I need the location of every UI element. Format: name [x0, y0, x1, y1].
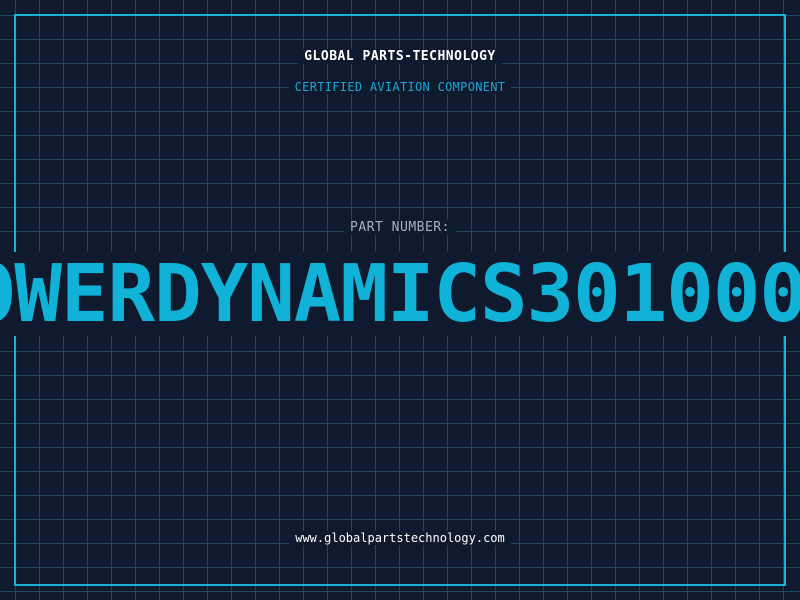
part-number-label-text: PART NUMBER:	[344, 220, 456, 235]
company-name: GLOBAL PARTS-TECHNOLOGY	[0, 49, 800, 64]
certification-subtitle: CERTIFIED AVIATION COMPONENT	[0, 80, 800, 94]
company-name-text: GLOBAL PARTS-TECHNOLOGY	[298, 49, 502, 64]
part-number-band: OWERDYNAMICS301000	[0, 252, 800, 336]
part-number-label: PART NUMBER:	[0, 220, 800, 235]
certificate-card: GLOBAL PARTS-TECHNOLOGY CERTIFIED AVIATI…	[0, 0, 800, 600]
website-link-text[interactable]: www.globalpartstechnology.com	[289, 531, 511, 545]
website-link[interactable]: www.globalpartstechnology.com	[0, 531, 800, 545]
certification-subtitle-text: CERTIFIED AVIATION COMPONENT	[288, 80, 512, 94]
part-number-value: OWERDYNAMICS301000	[0, 252, 800, 336]
